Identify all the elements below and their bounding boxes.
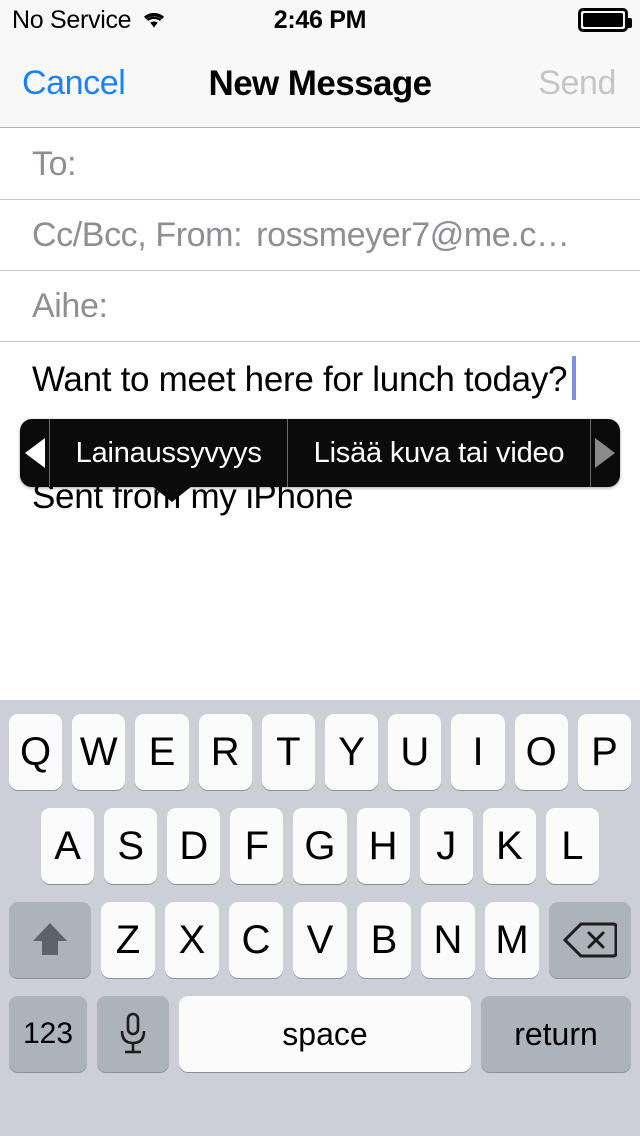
key-X[interactable]: X xyxy=(165,902,219,978)
ccbcc-from-field-row[interactable]: Cc/Bcc, From: rossmeyer7@me.c… xyxy=(0,200,640,271)
key-C[interactable]: C xyxy=(229,902,283,978)
from-address-value: rossmeyer7@me.c… xyxy=(256,215,570,254)
key-W[interactable]: W xyxy=(72,714,126,790)
iphone-screen: No Service 2:46 PM Cancel New Message Se… xyxy=(0,0,640,1136)
key-O[interactable]: O xyxy=(514,714,568,790)
callout-tail xyxy=(152,486,192,502)
backspace-delete-icon xyxy=(563,922,617,958)
status-bar-right xyxy=(578,0,632,40)
key-P[interactable]: P xyxy=(577,714,632,790)
menu-item-label: Lisää kuva tai video xyxy=(313,436,565,469)
key-I[interactable]: I xyxy=(451,714,505,790)
edit-callout-menu: Lainaussyvyys Lisää kuva tai video xyxy=(20,419,620,487)
status-bar: No Service 2:46 PM xyxy=(0,0,640,40)
battery-full-icon xyxy=(578,8,632,32)
keyboard-row-3: Z X C V B N M xyxy=(0,902,640,978)
send-button[interactable]: Send xyxy=(538,64,616,103)
key-L[interactable]: L xyxy=(545,808,599,884)
key-J[interactable]: J xyxy=(419,808,473,884)
to-field-label: To: xyxy=(32,144,77,183)
status-bar-time: 2:46 PM xyxy=(273,5,367,34)
microphone-icon xyxy=(120,1012,146,1054)
keyboard-row-4: 123 space return xyxy=(0,996,640,1072)
triangle-right-icon xyxy=(595,438,616,468)
subject-field-row[interactable]: Aihe: xyxy=(0,271,640,342)
triangle-left-icon xyxy=(24,438,45,468)
menu-prev-page-button[interactable] xyxy=(20,419,50,487)
key-E[interactable]: E xyxy=(135,714,189,790)
subject-field-label: Aihe: xyxy=(32,286,108,325)
key-F[interactable]: F xyxy=(230,808,284,884)
key-Z[interactable]: Z xyxy=(101,902,155,978)
key-S[interactable]: S xyxy=(104,808,158,884)
navigation-bar: Cancel New Message Send xyxy=(0,40,640,128)
shift-key[interactable] xyxy=(9,902,91,978)
key-V[interactable]: V xyxy=(293,902,347,978)
menu-next-page-button[interactable] xyxy=(590,419,620,487)
dictation-key[interactable] xyxy=(97,996,169,1072)
key-D[interactable]: D xyxy=(167,808,221,884)
key-K[interactable]: K xyxy=(482,808,536,884)
key-N[interactable]: N xyxy=(421,902,475,978)
key-M[interactable]: M xyxy=(485,902,539,978)
key-G[interactable]: G xyxy=(293,808,347,884)
numeric-mode-key[interactable]: 123 xyxy=(9,996,87,1072)
text-cursor xyxy=(572,356,577,400)
message-body-text: Want to meet here for lunch today? xyxy=(32,360,568,399)
return-key[interactable]: return xyxy=(481,996,631,1072)
shift-up-arrow-icon xyxy=(33,923,67,955)
key-Y[interactable]: Y xyxy=(325,714,379,790)
keyboard-row-1: Q W E R T Y U I O P xyxy=(0,714,640,790)
compose-form: To: Cc/Bcc, From: rossmeyer7@me.c… Aihe:… xyxy=(0,129,640,700)
ccbcc-from-label: Cc/Bcc, From: xyxy=(32,215,243,254)
key-A[interactable]: A xyxy=(41,808,95,884)
key-H[interactable]: H xyxy=(356,808,410,884)
space-key[interactable]: space xyxy=(179,996,471,1072)
key-Q[interactable]: Q xyxy=(8,714,63,790)
menu-item-insert-photo-video[interactable]: Lisää kuva tai video xyxy=(288,419,591,487)
menu-item-label: Lainaussyvyys xyxy=(75,436,262,469)
keyboard-row-2: A S D F G H J K L xyxy=(0,808,640,884)
key-R[interactable]: R xyxy=(198,714,252,790)
key-B[interactable]: B xyxy=(357,902,411,978)
onscreen-keyboard: Q W E R T Y U I O P A S D F G H J K L Z … xyxy=(0,700,640,1136)
delete-key[interactable] xyxy=(549,902,631,978)
to-field-row[interactable]: To: xyxy=(0,129,640,200)
key-T[interactable]: T xyxy=(261,714,315,790)
menu-item-quote-level[interactable]: Lainaussyvyys xyxy=(50,419,288,487)
key-U[interactable]: U xyxy=(388,714,442,790)
